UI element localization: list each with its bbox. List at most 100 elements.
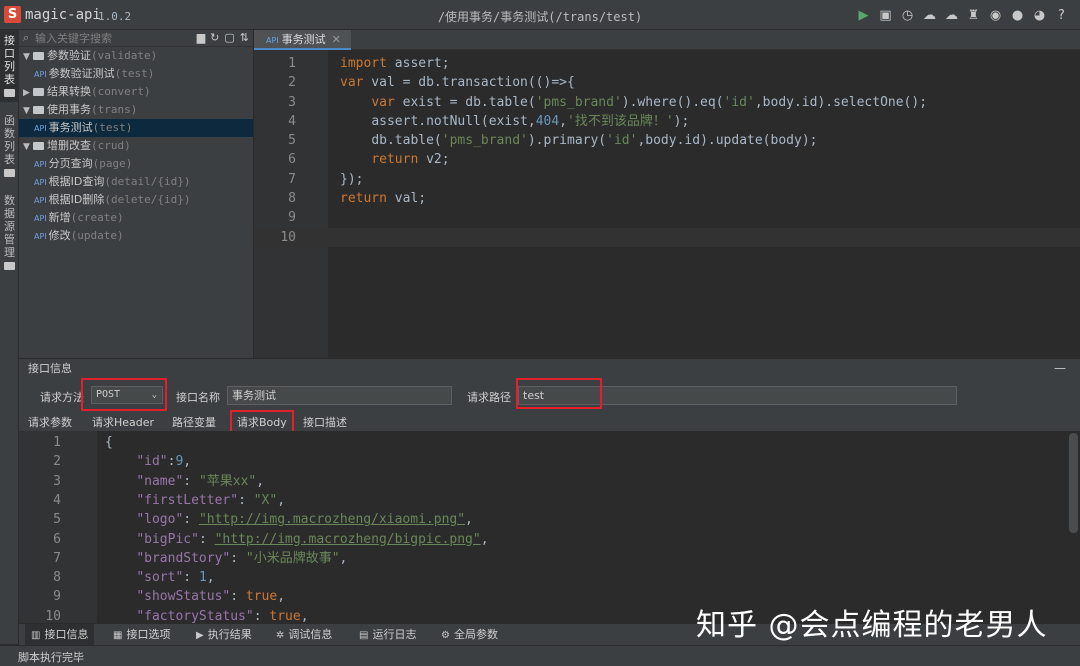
vtab-datasource[interactable]: 数据源管理: [0, 190, 19, 278]
run-icon[interactable]: ▶: [855, 7, 872, 24]
code-token: assert.notNull(exist,: [371, 114, 536, 129]
history-icon[interactable]: ◷: [899, 7, 916, 24]
tree-api-item[interactable]: API 修改(update): [19, 227, 253, 245]
body-code: "sort": 1,: [105, 568, 215, 587]
search-input[interactable]: [35, 31, 175, 45]
btab-global-params[interactable]: ⚙ 全局参数: [441, 624, 498, 646]
collapse-icon[interactable]: ▢: [224, 31, 234, 44]
code-line[interactable]: 9: [254, 208, 1080, 227]
json-value: true: [269, 608, 301, 623]
code-line[interactable]: 7});: [254, 170, 1080, 189]
tab-trans-test[interactable]: API 事务测试 ✕: [254, 30, 351, 50]
tree-api-item[interactable]: API 分页查询(page): [19, 155, 253, 173]
code-token: exist = db.table(: [394, 95, 536, 110]
highlight-box: [230, 410, 294, 433]
skin-icon[interactable]: ♜: [965, 7, 982, 24]
tree-api-item[interactable]: API 根据ID查询(detail/{id}): [19, 173, 253, 191]
json-key: "brandStory": [136, 550, 231, 566]
title-bar: S magic-api 1.0.2 /使用事务/事务测试(/trans/test…: [0, 0, 1080, 30]
search-icon: ⌕: [23, 31, 30, 44]
btab-run-log[interactable]: ▤ 运行日志: [359, 624, 416, 646]
request-body-editor[interactable]: 1{2 "id":9, 3 "name": "苹果xx", 4 "firstLett…: [19, 431, 1080, 623]
code-line[interactable]: 1 import assert;: [254, 54, 1080, 73]
download-icon[interactable]: ☁: [943, 7, 960, 24]
tab-request-params[interactable]: 请求参数: [28, 414, 72, 430]
vtab-function-list[interactable]: 函数列表: [0, 110, 19, 182]
tab-description[interactable]: 接口描述: [303, 414, 347, 430]
tree-group[interactable]: ▼ 使用事务(trans): [19, 101, 253, 119]
body-line[interactable]: 1{: [19, 433, 1080, 452]
body-line[interactable]: 4 "firstLetter": "X",: [19, 491, 1080, 510]
body-line[interactable]: 8 "sort": 1,: [19, 568, 1080, 587]
tree-group[interactable]: ▼ 增删改查(crud): [19, 137, 253, 155]
code-token: 'id': [606, 133, 638, 148]
gitee-icon[interactable]: ◉: [987, 7, 1004, 24]
line-number: 6: [53, 531, 61, 547]
interface-info-panel: 接口信息 — 请求方法 POST ⌄ 接口名称 事务测试 请求路径 test 请…: [19, 358, 1080, 433]
close-icon[interactable]: ✕: [332, 33, 341, 46]
app-logo-icon: S: [4, 6, 21, 23]
line-number: 8: [53, 570, 61, 586]
qq-icon[interactable]: ◕: [1031, 7, 1048, 24]
btab-label: 调试信息: [288, 628, 333, 641]
btab-interface-info[interactable]: ▥ 接口信息: [25, 624, 95, 646]
chevron-right-icon[interactable]: ▶: [23, 84, 33, 102]
json-comma: ,: [339, 550, 348, 566]
body-line[interactable]: 5 "logo": "http://img.macrozheng/xiaomi.…: [19, 510, 1080, 529]
tree-api-item[interactable]: API 根据ID删除(delete/{id}): [19, 191, 253, 209]
btab-debug-info[interactable]: ✲ 调试信息: [276, 624, 332, 646]
code-token: val;: [386, 191, 427, 206]
line-number: 5: [53, 512, 61, 528]
body-code: "logo": "http://img.macrozheng/xiaomi.pn…: [105, 510, 473, 529]
save-icon[interactable]: ▣: [877, 7, 894, 24]
body-line[interactable]: 3 "name": "苹果xx",: [19, 472, 1080, 491]
code-token: return: [340, 191, 387, 206]
sort-icon[interactable]: ⇅: [240, 31, 249, 44]
upload-icon[interactable]: ☁: [921, 7, 938, 24]
btab-label: 全局参数: [453, 628, 498, 641]
body-code: "factoryStatus": true,: [105, 607, 309, 623]
api-icon: API: [34, 196, 47, 205]
refresh-icon[interactable]: ↻: [210, 31, 219, 44]
btab-interface-options[interactable]: ▦ 接口选项: [113, 624, 170, 646]
tree-group[interactable]: ▶ 结果转换(convert): [19, 83, 253, 101]
code-line[interactable]: 3 var exist = db.table('pms_brand').wher…: [254, 93, 1080, 112]
chevron-down-icon[interactable]: ▼: [23, 138, 33, 156]
json-comma: ,: [300, 608, 309, 623]
tab-path-variables[interactable]: 路径变量: [172, 414, 216, 430]
tree-item-name: 分页查询: [48, 157, 93, 170]
code-line[interactable]: 5 db.table('pms_brand').primary('id',bod…: [254, 131, 1080, 150]
body-line[interactable]: 6 "bigPic": "http://img.macrozheng/bigpi…: [19, 530, 1080, 549]
tree-item-path: (page): [92, 157, 133, 170]
body-line[interactable]: 7 "brandStory": "小米品牌故事",: [19, 549, 1080, 568]
minimize-icon[interactable]: —: [1054, 358, 1066, 378]
tree-item-name: 参数验证: [47, 49, 91, 62]
body-line[interactable]: 2 "id":9,: [19, 452, 1080, 471]
json-sep: :: [183, 473, 199, 489]
code-line-current[interactable]: 10: [254, 228, 1080, 247]
tree-group[interactable]: ▼ 参数验证(validate): [19, 47, 253, 65]
code-line[interactable]: 4 assert.notNull(exist,404,'找不到该品牌！');: [254, 112, 1080, 131]
tab-request-header[interactable]: 请求Header: [92, 414, 154, 430]
github-icon[interactable]: ●: [1009, 7, 1026, 24]
code-line[interactable]: 2 var val = db.transaction(()=>{: [254, 73, 1080, 92]
code-token: ,body.id).update(body);: [637, 133, 818, 148]
code-line[interactable]: 8 return val;: [254, 189, 1080, 208]
code-line[interactable]: 6 return v2;: [254, 150, 1080, 169]
chevron-down-icon[interactable]: ▼: [23, 102, 33, 120]
chevron-down-icon[interactable]: ▼: [23, 48, 33, 66]
new-folder-icon[interactable]: ▆: [197, 31, 205, 44]
btab-exec-result[interactable]: ▶ 执行结果: [196, 624, 252, 646]
json-comma: ,: [206, 570, 215, 586]
tree-api-item[interactable]: API 事务测试(test): [19, 119, 253, 137]
code-token: var: [340, 75, 364, 90]
tree-api-item[interactable]: API 新增(create): [19, 209, 253, 227]
name-input[interactable]: 事务测试: [227, 386, 452, 405]
vtab-api-list[interactable]: 接口列表: [0, 30, 19, 102]
help-icon[interactable]: ?: [1053, 7, 1070, 24]
tool-strip: 接口列表 函数列表 数据源管理: [0, 30, 19, 644]
tree-api-item[interactable]: API 参数验证测试(test): [19, 65, 253, 83]
tree-item-path: (crud): [91, 139, 131, 152]
vertical-scrollbar[interactable]: [1069, 433, 1078, 533]
bug-icon: ✲: [276, 630, 285, 641]
